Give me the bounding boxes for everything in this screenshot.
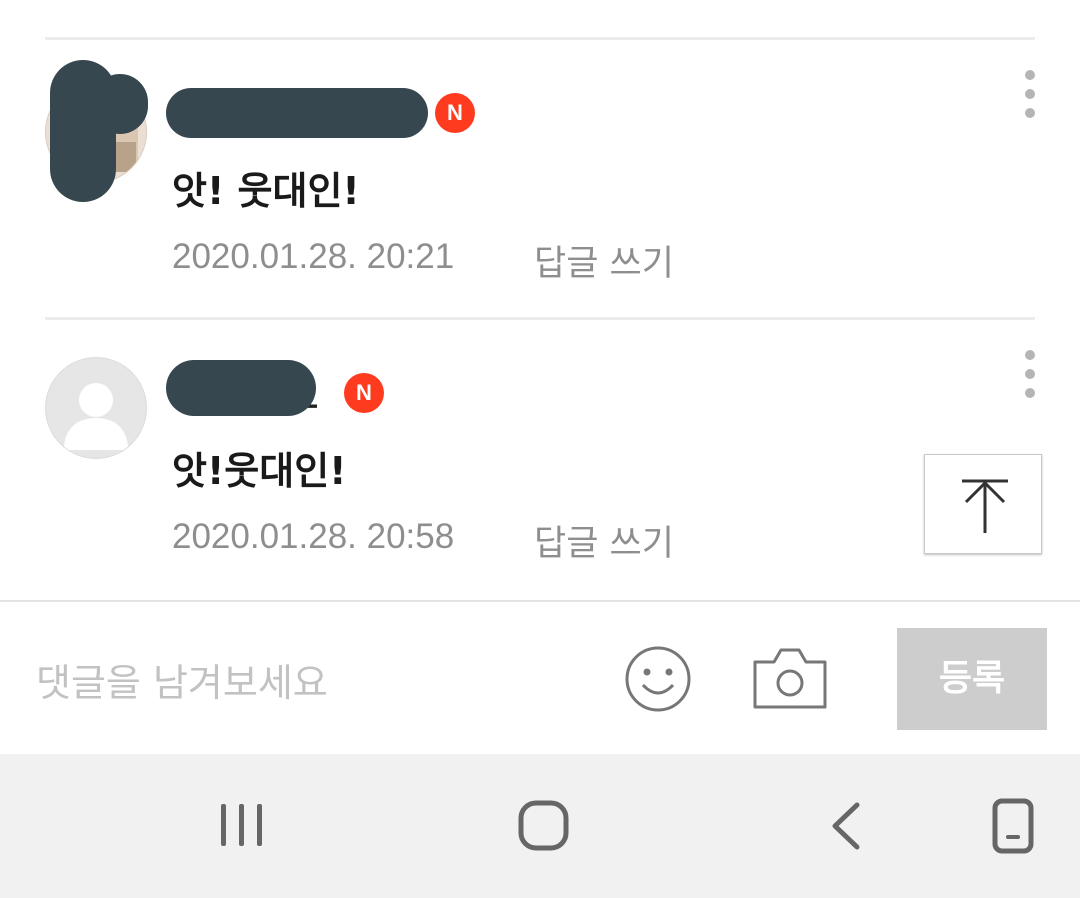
back-icon[interactable] [828, 802, 864, 850]
comment-input[interactable]: 댓글을 남겨보세요 [36, 652, 328, 707]
redaction-mark [166, 360, 316, 416]
more-vertical-icon[interactable] [1019, 350, 1041, 398]
reply-button[interactable]: 답글 쓰기 [534, 235, 674, 286]
comment-text: 앗!웃대인! [172, 449, 347, 493]
comment-item: 고 N 앗!웃대인! 2020.01.28. 20:58 답글 쓰기 [0, 320, 1080, 595]
comment-timestamp: 2020.01.28. 20:21 [172, 237, 455, 276]
scroll-to-top-button[interactable] [924, 454, 1042, 554]
smiley-icon[interactable] [624, 645, 692, 713]
phone-icon[interactable] [992, 798, 1036, 854]
home-icon[interactable] [518, 800, 570, 852]
comment-text: 앗! 웃대인! [172, 169, 360, 213]
redaction-mark [92, 74, 148, 134]
naver-badge: N [435, 93, 475, 133]
recent-apps-icon[interactable] [216, 802, 268, 850]
naver-badge: N [344, 373, 384, 413]
system-nav-bar [0, 754, 1080, 898]
comment-item: N 앗! 웃대인! 2020.01.28. 20:21 답글 쓰기 [0, 40, 1080, 315]
avatar[interactable] [45, 357, 147, 459]
redaction-mark [166, 88, 428, 138]
arrow-up-to-top-icon [962, 479, 1008, 533]
more-vertical-icon[interactable] [1019, 70, 1041, 118]
default-profile-icon [64, 383, 128, 450]
reply-button[interactable]: 답글 쓰기 [534, 515, 674, 566]
camera-icon[interactable] [752, 645, 828, 711]
submit-button[interactable]: 등록 [897, 628, 1047, 730]
comment-timestamp: 2020.01.28. 20:58 [172, 517, 455, 556]
